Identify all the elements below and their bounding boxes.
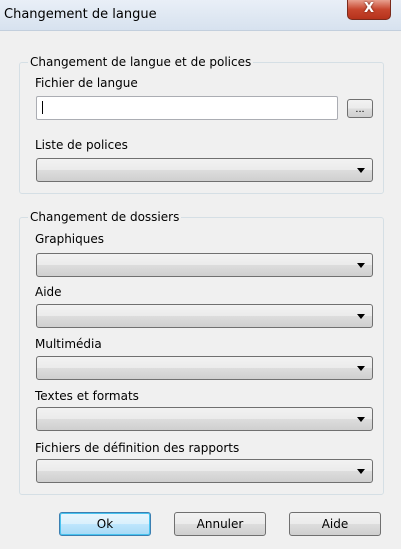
chevron-down-icon: [357, 417, 365, 422]
font-list-dropdown[interactable]: [36, 158, 373, 182]
chevron-down-icon: [357, 469, 365, 474]
graphics-label: Graphiques: [35, 232, 104, 246]
close-icon: X: [363, 1, 375, 16]
language-fonts-legend: Changement de langue et de polices: [28, 55, 254, 69]
text-caret: [42, 101, 43, 114]
font-list-label: Liste de polices: [35, 138, 128, 152]
folders-legend: Changement de dossiers: [28, 210, 182, 224]
texts-formats-label: Textes et formats: [35, 389, 139, 403]
texts-formats-dropdown[interactable]: [36, 407, 373, 431]
report-definitions-label: Fichiers de définition des rapports: [35, 441, 240, 455]
close-button[interactable]: X: [347, 0, 391, 20]
title-bar[interactable]: Changement de langue X: [0, 0, 401, 31]
ok-button[interactable]: Ok: [59, 512, 151, 536]
browse-language-file-button[interactable]: ...: [347, 99, 373, 118]
window-title: Changement de langue: [4, 7, 157, 22]
chevron-down-icon: [357, 263, 365, 268]
report-definitions-dropdown[interactable]: [36, 459, 373, 483]
help-folder-label: Aide: [35, 285, 62, 299]
dialog-window: Changement de langue X Changement de lan…: [0, 0, 401, 549]
language-file-input[interactable]: [36, 96, 338, 120]
cancel-button[interactable]: Annuler: [174, 512, 266, 536]
help-folder-dropdown[interactable]: [36, 304, 373, 328]
language-file-label: Fichier de langue: [35, 76, 138, 90]
chevron-down-icon: [357, 366, 365, 371]
multimedia-dropdown[interactable]: [36, 356, 373, 380]
help-button[interactable]: Aide: [289, 512, 381, 536]
multimedia-label: Multimédia: [35, 337, 102, 351]
graphics-dropdown[interactable]: [36, 253, 373, 277]
chevron-down-icon: [357, 168, 365, 173]
chevron-down-icon: [357, 314, 365, 319]
